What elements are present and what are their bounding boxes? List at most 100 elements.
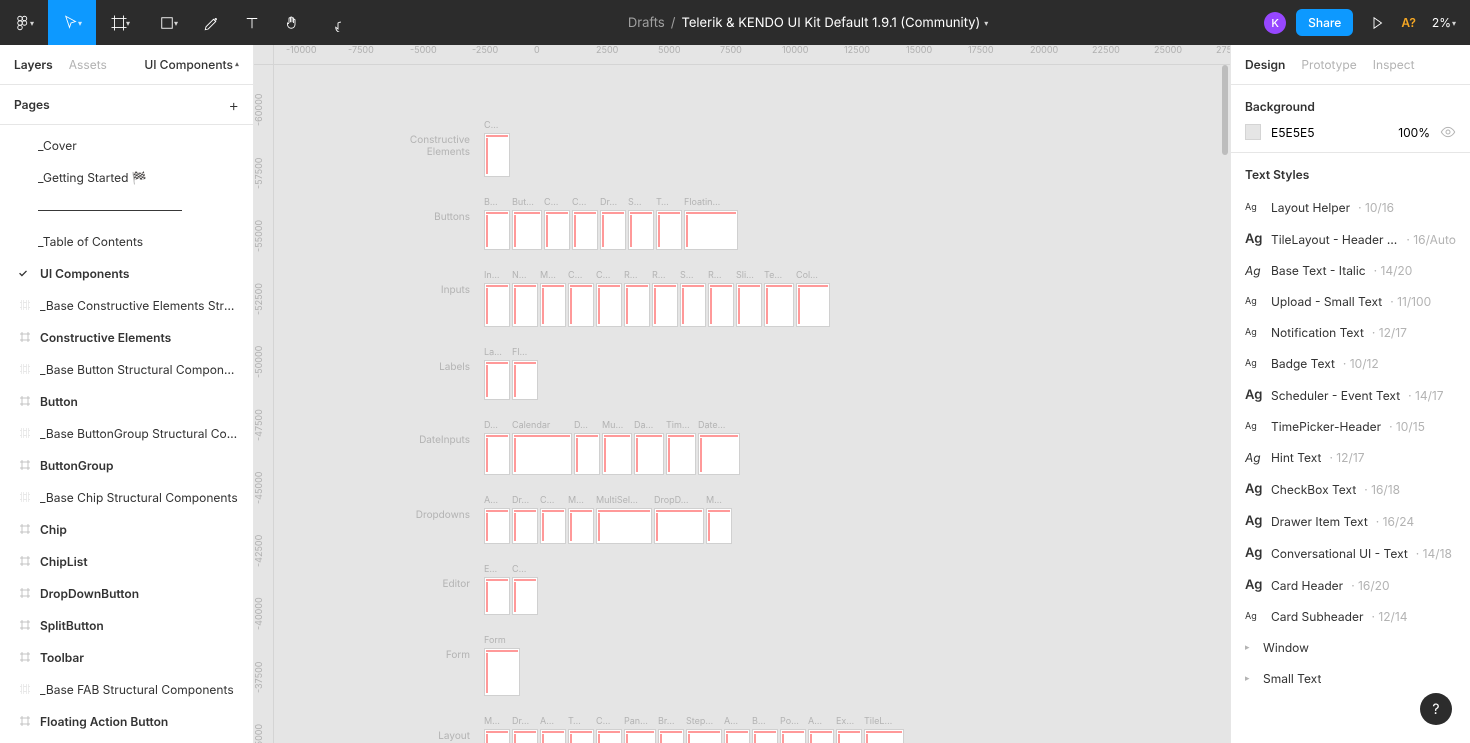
tab-layers[interactable]: Layers — [14, 57, 53, 72]
canvas-scrollbar-vertical[interactable] — [1222, 65, 1228, 155]
shape-tool-button[interactable]: ▾ — [144, 0, 192, 45]
canvas-frame[interactable]: D… — [574, 420, 600, 475]
frame-thumbnail[interactable] — [624, 283, 650, 327]
layer-item[interactable]: ButtonGroup — [0, 449, 253, 481]
frame-thumbnail[interactable] — [568, 729, 594, 743]
canvas-frame[interactable]: M… — [540, 270, 566, 327]
text-style-item[interactable]: AgScheduler - Event Text · 14/17 — [1231, 379, 1470, 411]
canvas-frame[interactable]: Da… — [634, 420, 664, 475]
figma-menu-button[interactable]: ▾ — [0, 0, 48, 45]
canvas-frame[interactable]: B… — [752, 716, 778, 743]
text-style-item[interactable]: AgTileLayout - Header Text · 16/Auto — [1231, 223, 1470, 255]
layer-item[interactable]: Constructive Elements — [0, 321, 253, 353]
page-item[interactable]: _Getting Started 🏁 — [0, 161, 253, 193]
canvas-frame[interactable]: A… — [540, 716, 566, 743]
layer-item[interactable]: Button — [0, 385, 253, 417]
zoom-control[interactable]: 2% ▾ — [1426, 15, 1462, 30]
frame-thumbnail[interactable] — [652, 283, 678, 327]
frame-thumbnail[interactable] — [624, 729, 656, 743]
layer-item[interactable]: SplitButton — [0, 609, 253, 641]
frame-thumbnail[interactable] — [724, 729, 750, 743]
canvas-frame[interactable]: Sli… — [736, 270, 762, 327]
canvas-frame[interactable]: C… — [596, 270, 622, 327]
canvas-frame[interactable]: A… — [808, 716, 834, 743]
page-item[interactable]: _Cover — [0, 129, 253, 161]
text-style-item[interactable]: AgUpload - Small Text · 11/100 — [1231, 286, 1470, 317]
frame-thumbnail[interactable] — [686, 729, 722, 743]
canvas-frame[interactable]: Tim… — [666, 420, 696, 475]
frame-thumbnail[interactable] — [596, 729, 622, 743]
canvas-frame[interactable]: Col… — [796, 270, 830, 327]
document-title[interactable]: Telerik & KENDO UI Kit Default 1.9.1 (Co… — [681, 15, 980, 31]
canvas-viewport[interactable]: Constructive ElementsC…ButtonsB…But…C…C…… — [274, 65, 1222, 743]
text-style-item[interactable]: AgCard Subheader · 12/14 — [1231, 601, 1470, 632]
canvas-frame[interactable]: C… — [540, 495, 566, 544]
frame-thumbnail[interactable] — [512, 433, 572, 475]
text-style-item[interactable]: AgDrawer Item Text · 16/24 — [1231, 505, 1470, 537]
frame-thumbnail[interactable] — [540, 283, 566, 327]
canvas-frame[interactable]: Dr… — [512, 495, 538, 544]
frame-thumbnail[interactable] — [658, 729, 684, 743]
text-style-item[interactable]: ▸Window — [1231, 632, 1470, 663]
frame-thumbnail[interactable] — [484, 133, 510, 177]
canvas-frame[interactable]: Ex… — [836, 716, 862, 743]
canvas-frame[interactable]: Date… — [698, 420, 740, 475]
pen-tool-button[interactable] — [192, 0, 232, 45]
frame-thumbnail[interactable] — [836, 729, 862, 743]
canvas-frame[interactable]: Form — [484, 635, 520, 696]
frame-thumbnail[interactable] — [484, 508, 510, 544]
layer-item[interactable]: Toolbar — [0, 641, 253, 673]
canvas-frame[interactable]: Mu… — [602, 420, 632, 475]
visibility-toggle-icon[interactable] — [1440, 124, 1456, 140]
layer-item[interactable]: _Base Chip Structural Components — [0, 481, 253, 513]
frame-thumbnail[interactable] — [864, 729, 904, 743]
canvas-frame[interactable]: DropD… — [654, 495, 704, 544]
canvas-frame[interactable]: R… — [624, 270, 650, 327]
comment-tool-button[interactable] — [312, 0, 352, 45]
frame-thumbnail[interactable] — [680, 283, 706, 327]
frame-thumbnail[interactable] — [574, 433, 600, 475]
frame-thumbnail[interactable] — [684, 210, 738, 250]
text-style-item[interactable]: AgCheckBox Text · 16/18 — [1231, 473, 1470, 505]
layer-item[interactable]: DropDownButton — [0, 577, 253, 609]
frame-thumbnail[interactable] — [796, 283, 830, 327]
canvas-frame[interactable]: But… — [512, 197, 542, 250]
frame-thumbnail[interactable] — [666, 433, 696, 475]
background-hex-value[interactable]: E5E5E5 — [1271, 125, 1315, 140]
help-button[interactable]: ? — [1420, 693, 1452, 725]
canvas-frame[interactable]: E… — [484, 564, 510, 615]
canvas-frame[interactable]: Step… — [686, 716, 722, 743]
canvas-frame[interactable]: C… — [544, 197, 570, 250]
frame-thumbnail[interactable] — [708, 283, 734, 327]
frame-tool-button[interactable]: ▾ — [96, 0, 144, 45]
frame-thumbnail[interactable] — [484, 433, 510, 475]
move-tool-button[interactable]: ▾ — [48, 0, 96, 45]
page-item[interactable]: UI Components — [0, 257, 253, 289]
breadcrumb-root[interactable]: Drafts — [628, 15, 665, 31]
canvas-frame[interactable]: D… — [484, 420, 510, 475]
layer-item[interactable]: _Base Button Structural Components — [0, 353, 253, 385]
text-style-item[interactable]: AgBase Text - Italic · 14/20 — [1231, 255, 1470, 286]
frame-thumbnail[interactable] — [484, 729, 510, 743]
frame-thumbnail[interactable] — [654, 508, 704, 544]
frame-thumbnail[interactable] — [596, 283, 622, 327]
canvas-frame[interactable]: Calendar — [512, 420, 572, 475]
left-sidebar-scroll[interactable]: _Cover_Getting Started 🏁————————————_Tab… — [0, 125, 253, 743]
frame-thumbnail[interactable] — [600, 210, 626, 250]
text-style-item[interactable]: AgCard Header · 16/20 — [1231, 569, 1470, 601]
canvas-frame[interactable]: S… — [628, 197, 654, 250]
frame-thumbnail[interactable] — [568, 508, 594, 544]
frame-thumbnail[interactable] — [808, 729, 834, 743]
canvas-frame[interactable]: B… — [484, 197, 510, 250]
document-breadcrumb[interactable]: Drafts / Telerik & KENDO UI Kit Default … — [628, 15, 988, 31]
frame-thumbnail[interactable] — [596, 508, 652, 544]
text-style-item[interactable]: AgNotification Text · 12/17 — [1231, 317, 1470, 348]
layer-item[interactable]: _Base Constructive Elements Structu… — [0, 289, 253, 321]
text-style-item[interactable]: AgConversational UI - Text · 14/18 — [1231, 537, 1470, 569]
frame-thumbnail[interactable] — [568, 283, 594, 327]
canvas-frame[interactable]: La… — [484, 347, 510, 400]
frame-thumbnail[interactable] — [512, 729, 538, 743]
frame-thumbnail[interactable] — [706, 508, 732, 544]
canvas-frame[interactable]: C… — [572, 197, 598, 250]
hand-tool-button[interactable] — [272, 0, 312, 45]
